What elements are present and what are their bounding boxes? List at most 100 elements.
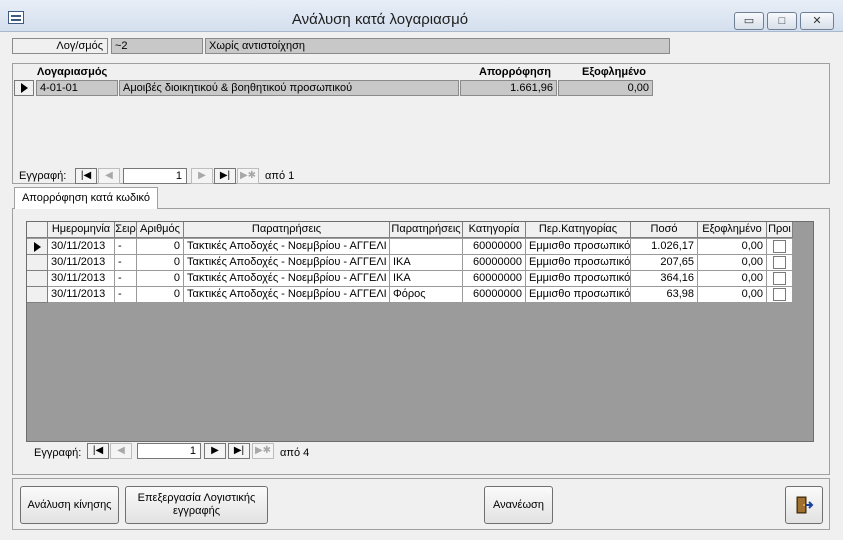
entries-last-record-button[interactable]: ▶| bbox=[228, 443, 250, 459]
series-cell[interactable]: - bbox=[115, 255, 137, 271]
extra-checkbox-cell bbox=[767, 287, 793, 303]
date-cell[interactable]: 30/11/2013 bbox=[48, 271, 115, 287]
row-selector[interactable] bbox=[27, 255, 48, 271]
notes-cell[interactable]: Τακτικές Αποδοχές - Νοεμβρίου - ΑΓΓΕΛΙ bbox=[184, 287, 390, 303]
exit-door-icon bbox=[796, 496, 814, 514]
notes2-cell[interactable] bbox=[390, 239, 463, 255]
date-cell[interactable]: 30/11/2013 bbox=[48, 255, 115, 271]
extra-checkbox-cell bbox=[767, 239, 793, 255]
record-of-label: από bbox=[265, 170, 286, 182]
account-name-cell[interactable]: Αμοιβές διοικητικού & βοηθητικού προσωπι… bbox=[119, 80, 459, 96]
number-cell[interactable]: 0 bbox=[137, 255, 184, 271]
window-title: Ανάλυση κατά λογαριασμό bbox=[291, 11, 469, 28]
account-code-cell[interactable]: 4-01-01 bbox=[36, 80, 118, 96]
last-record-icon: ▶| bbox=[233, 445, 245, 456]
entries-new-record-button[interactable]: ▶✱ bbox=[252, 443, 274, 459]
previous-record-icon: ◀ bbox=[105, 170, 113, 181]
record-selector[interactable] bbox=[14, 80, 34, 96]
column-header-category[interactable]: Κατηγορία bbox=[463, 222, 526, 238]
record-of-label: από bbox=[280, 447, 301, 459]
category-desc-cell[interactable]: Εμμισθο προσωπικό bbox=[526, 287, 631, 303]
series-cell[interactable]: - bbox=[115, 239, 137, 255]
column-header-notes[interactable]: Παρατηρήσεις bbox=[184, 222, 390, 238]
title-bar: Ανάλυση κατά λογαριασμό ▭ □ ✕ bbox=[0, 0, 843, 32]
paid-cell[interactable]: 0,00 bbox=[698, 255, 767, 271]
number-cell[interactable]: 0 bbox=[137, 287, 184, 303]
notes2-cell[interactable]: ΙΚΑ bbox=[390, 271, 463, 287]
category-desc-cell[interactable]: Εμμισθο προσωπικό bbox=[526, 255, 631, 271]
category-desc-cell[interactable]: Εμμισθο προσωπικό bbox=[526, 239, 631, 255]
notes-cell[interactable]: Τακτικές Αποδοχές - Νοεμβρίου - ΑΓΓΕΛΙ bbox=[184, 255, 390, 271]
paid-cell[interactable]: 0,00 bbox=[698, 287, 767, 303]
number-cell[interactable]: 0 bbox=[137, 239, 184, 255]
column-header-date[interactable]: Ημερομηνία bbox=[48, 222, 115, 238]
column-header-paid[interactable]: Εξοφλημένο bbox=[698, 222, 767, 238]
row-selector[interactable] bbox=[27, 271, 48, 287]
amount-cell[interactable]: 63,98 bbox=[631, 287, 698, 303]
date-cell[interactable]: 30/11/2013 bbox=[48, 239, 115, 255]
category-desc-cell[interactable]: Εμμισθο προσωπικό bbox=[526, 271, 631, 287]
tab-absorption-by-code[interactable]: Απορρόφηση κατά κωδικό bbox=[14, 187, 158, 209]
column-header-extra[interactable]: Προι bbox=[767, 222, 793, 238]
row-selector[interactable] bbox=[27, 239, 48, 255]
paid-cell[interactable]: 0,00 bbox=[558, 80, 653, 96]
column-header-number[interactable]: Αριθμός bbox=[137, 222, 184, 238]
number-cell[interactable]: 0 bbox=[137, 271, 184, 287]
notes-cell[interactable]: Τακτικές Αποδοχές - Νοεμβρίου - ΑΓΓΕΛΙ bbox=[184, 271, 390, 287]
amount-cell[interactable]: 364,16 bbox=[631, 271, 698, 287]
notes2-cell[interactable]: Φόρος bbox=[390, 287, 463, 303]
exit-button[interactable] bbox=[785, 486, 823, 524]
row-checkbox[interactable] bbox=[773, 288, 786, 301]
paid-cell[interactable]: 0,00 bbox=[698, 271, 767, 287]
series-cell[interactable]: - bbox=[115, 271, 137, 287]
series-cell[interactable]: - bbox=[115, 287, 137, 303]
record-total: από 1 bbox=[265, 170, 294, 182]
absorption-cell[interactable]: 1.661,96 bbox=[460, 80, 557, 96]
category-cell[interactable]: 60000000 bbox=[463, 287, 526, 303]
new-record-button[interactable]: ▶✱ bbox=[237, 168, 259, 184]
paid-cell[interactable]: 0,00 bbox=[698, 239, 767, 255]
category-cell[interactable]: 60000000 bbox=[463, 239, 526, 255]
entries-datasheet: Ημερομηνία Σειρ Αριθμός Παρατηρήσεις Παρ… bbox=[26, 221, 814, 442]
next-record-button[interactable]: ▶ bbox=[191, 168, 213, 184]
entries-first-record-button[interactable]: |◀ bbox=[87, 443, 109, 459]
category-cell[interactable]: 60000000 bbox=[463, 255, 526, 271]
entries-previous-record-button[interactable]: ◀ bbox=[110, 443, 132, 459]
amount-cell[interactable]: 207,65 bbox=[631, 255, 698, 271]
column-header-series[interactable]: Σειρ bbox=[115, 222, 137, 238]
column-header-category-desc[interactable]: Περ.Κατηγορίας bbox=[526, 222, 631, 238]
first-record-button[interactable]: |◀ bbox=[75, 168, 97, 184]
refresh-button[interactable]: Ανανέωση bbox=[484, 486, 553, 524]
row-checkbox[interactable] bbox=[773, 256, 786, 269]
category-cell[interactable]: 60000000 bbox=[463, 271, 526, 287]
account-code-field[interactable]: ~2 bbox=[111, 38, 203, 54]
last-record-button[interactable]: ▶| bbox=[214, 168, 236, 184]
amount-cell[interactable]: 1.026,17 bbox=[631, 239, 698, 255]
edit-accounting-entry-button[interactable]: Επεξεργασία Λογιστικής εγγραφής bbox=[125, 486, 268, 524]
row-checkbox[interactable] bbox=[773, 240, 786, 253]
column-header-notes-2[interactable]: Παρατηρήσεις bbox=[390, 222, 463, 238]
row-checkbox[interactable] bbox=[773, 272, 786, 285]
previous-record-button[interactable]: ◀ bbox=[98, 168, 120, 184]
notes-cell[interactable]: Τακτικές Αποδοχές - Νοεμβρίου - ΑΓΓΕΛΙ bbox=[184, 239, 390, 255]
notes2-cell[interactable]: ΙΚΑ bbox=[390, 255, 463, 271]
new-record-icon: ▶✱ bbox=[254, 445, 272, 456]
movement-analysis-button[interactable]: Ανάλυση κίνησης bbox=[20, 486, 119, 524]
maximize-button[interactable]: □ bbox=[767, 12, 797, 30]
first-record-icon: |◀ bbox=[80, 170, 92, 181]
account-label: Λογ/σμός bbox=[12, 38, 108, 54]
account-description-field[interactable]: Χωρίς αντιστοίχηση bbox=[205, 38, 670, 54]
current-record-input[interactable]: 1 bbox=[123, 168, 187, 184]
edit-entry-label-line1: Επεξεργασία Λογιστικής bbox=[137, 492, 256, 504]
column-header-amount[interactable]: Ποσό bbox=[631, 222, 698, 238]
next-record-icon: ▶ bbox=[198, 170, 206, 181]
entries-nav-label: Εγγραφή: bbox=[34, 447, 82, 459]
grid-corner bbox=[27, 222, 48, 238]
entries-record-total: από 4 bbox=[280, 447, 309, 459]
close-button[interactable]: ✕ bbox=[800, 12, 834, 30]
entries-next-record-button[interactable]: ▶ bbox=[204, 443, 226, 459]
date-cell[interactable]: 30/11/2013 bbox=[48, 287, 115, 303]
row-selector[interactable] bbox=[27, 287, 48, 303]
minimize-button[interactable]: ▭ bbox=[734, 12, 764, 30]
entries-current-record-input[interactable]: 1 bbox=[137, 443, 201, 459]
